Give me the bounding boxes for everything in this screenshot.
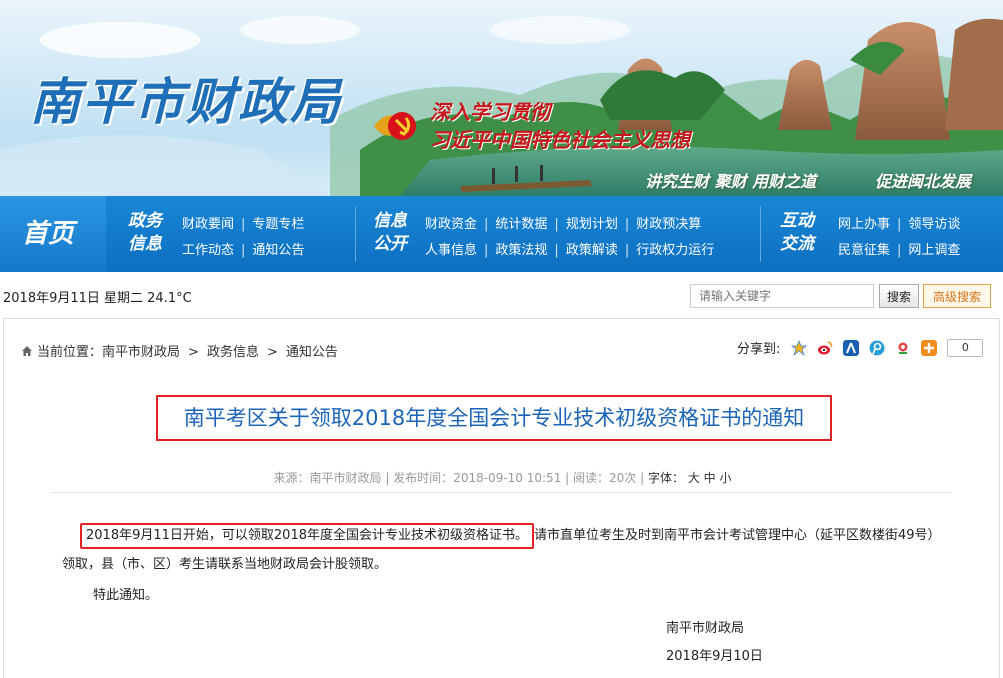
douban-icon[interactable] <box>895 339 912 356</box>
nav-link-statistics[interactable]: 统计数据 <box>495 217 547 232</box>
party-emblem-icon <box>374 112 416 140</box>
article-title: 南平考区关于领取2018年度全国会计专业技术初级资格证书的通知 <box>183 406 805 430</box>
nav-heading-bottom: 信息 <box>128 234 162 254</box>
motto-left: 讲究生财 聚财 用财之道 <box>645 172 817 191</box>
nav-links: 财政资金 | 统计数据 | 规划计划 | 财政预决算 人事信息 | 政策法规 | 政策解读 | 行政权力… <box>425 217 715 258</box>
date-weather: 2018年9月11日 星期二 24.1°C <box>3 291 192 306</box>
search-input[interactable] <box>690 284 874 308</box>
breadcrumb-link-government-info[interactable]: 政务信息 <box>207 345 259 360</box>
slogan-line-2: 习近平中国特色社会主义思想 <box>430 128 690 152</box>
nav-divider <box>760 206 761 262</box>
article-paragraph-2: 特此通知。 <box>93 588 159 603</box>
site-title: 南平市财政局 <box>30 72 342 131</box>
nav-link-work-updates[interactable]: 工作动态 <box>182 243 234 258</box>
nav-link-policy-interpretation[interactable]: 政策解读 <box>566 243 618 258</box>
tencent-weibo-icon[interactable] <box>869 340 885 356</box>
breadcrumb-link-notices[interactable]: 通知公告 <box>286 345 338 360</box>
article-body: 2018年9月11日开始，可以领取2018年度全国会计专业技术初级资格证书。 请市… <box>62 521 942 610</box>
breadcrumb-separator: > <box>266 345 278 360</box>
qzone-icon[interactable] <box>790 339 807 356</box>
article-meta: 来源：南平市财政局 | 发布时间：2018-09-10 10:51 | 阅读：2… <box>273 471 732 485</box>
breadcrumb-prefix: 当前位置： <box>37 345 103 360</box>
nav-link-finance-news[interactable]: 财政要闻 <box>182 217 234 232</box>
meta-source: 南平市财政局 <box>309 471 382 485</box>
search-button[interactable]: 搜索 <box>879 284 919 308</box>
meta-font-label: 字体： <box>647 471 684 485</box>
sign-date: 2018年9月10日 <box>666 649 763 664</box>
nav-link-special-column[interactable]: 专题专栏 <box>252 217 304 232</box>
share-label: 分享到: <box>737 342 781 357</box>
article-paragraph-1: 2018年9月11日开始，可以领取2018年度全国会计专业技术初级资格证书。 请市… <box>62 521 942 579</box>
site-banner: 南平市财政局 深入学习贯彻 习近平中国特色社会主义思想 讲究生财 聚财 用财之道… <box>0 0 1003 196</box>
meta-divider <box>52 492 952 493</box>
nav-group-heading: 互动 交流 <box>780 210 822 256</box>
motto-right: 促进闽北发展 <box>875 172 972 191</box>
nav-link-budget[interactable]: 财政预决算 <box>636 217 701 232</box>
share-bar: 分享到: 0 <box>737 338 984 357</box>
font-size-large[interactable]: 大 <box>688 471 700 485</box>
nav-link-notices[interactable]: 通知公告 <box>252 243 304 258</box>
meta-source-label: 来源： <box>273 471 310 485</box>
more-share-icon[interactable] <box>921 339 938 356</box>
weibo-icon[interactable] <box>817 340 833 356</box>
nav-heading-top: 互动 <box>780 211 814 231</box>
home-icon <box>22 346 32 356</box>
nav-link-online-survey[interactable]: 网上调查 <box>908 243 960 258</box>
nav-link-leader-interview[interactable]: 领导访谈 <box>908 217 960 232</box>
nav-group-heading: 信息 公开 <box>373 210 415 256</box>
nav-home[interactable]: 首页 <box>0 196 106 272</box>
highlighted-sentence: 2018年9月11日开始，可以领取2018年度全国会计专业技术初级资格证书。 <box>80 523 534 549</box>
advanced-search-button[interactable]: 高级搜索 <box>923 284 991 308</box>
meta-views: 20次 <box>609 471 637 485</box>
meta-published: 2018-09-10 10:51 <box>453 471 562 485</box>
signature: 南平市财政局 <box>666 621 745 636</box>
meta-views-label: 阅读： <box>573 471 610 485</box>
article-title-highlight-box: 南平考区关于领取2018年度全国会计专业技术初级资格证书的通知 <box>156 395 832 441</box>
breadcrumb: 当前位置：南平市财政局 > 政务信息 > 通知公告 <box>21 341 338 360</box>
nav-link-personnel[interactable]: 人事信息 <box>425 243 477 258</box>
date-search-bar: 2018年9月11日 星期二 24.1°C 搜索 高级搜索 <box>0 284 1003 308</box>
nav-heading-bottom: 公开 <box>373 234 407 254</box>
nav-heading-bottom: 交流 <box>780 234 814 254</box>
nav-link-opinion-collection[interactable]: 民意征集 <box>838 243 890 258</box>
nav-link-online-service[interactable]: 网上办事 <box>838 217 890 232</box>
nav-link-admin-power[interactable]: 行政权力运行 <box>636 243 714 258</box>
nav-divider <box>355 206 356 262</box>
nav-link-plans[interactable]: 规划计划 <box>566 217 618 232</box>
main-navigation: 首页 政务 信息 财政要闻 | 专题专栏 工作动态 | 通知公告 信息 公开 财政资金 |… <box>0 196 1003 272</box>
nav-group-heading: 政务 信息 <box>128 210 170 256</box>
breadcrumb-separator: > <box>188 345 199 360</box>
nav-links: 网上办事 | 领导访谈 民意征集 | 网上调查 <box>838 217 961 258</box>
nav-link-policies[interactable]: 政策法规 <box>495 243 547 258</box>
font-size-small[interactable]: 小 <box>720 471 732 485</box>
font-size-medium[interactable]: 中 <box>704 471 716 485</box>
article-panel: 当前位置：南平市财政局 > 政务信息 > 通知公告 分享到: 0 南平考区关于领… <box>3 318 1000 678</box>
nav-heading-top: 政务 <box>128 211 162 231</box>
share-count: 0 <box>947 338 984 357</box>
breadcrumb-link-home[interactable]: 南平市财政局 <box>102 345 180 360</box>
meta-published-label: 发布时间： <box>393 471 454 485</box>
nav-links: 财政要闻 | 专题专栏 工作动态 | 通知公告 <box>182 217 305 258</box>
nav-link-finance-funds[interactable]: 财政资金 <box>425 217 477 232</box>
nav-heading-top: 信息 <box>373 211 407 231</box>
slogan-line-1: 深入学习贯彻 <box>430 100 550 124</box>
renren-icon[interactable] <box>842 339 859 356</box>
